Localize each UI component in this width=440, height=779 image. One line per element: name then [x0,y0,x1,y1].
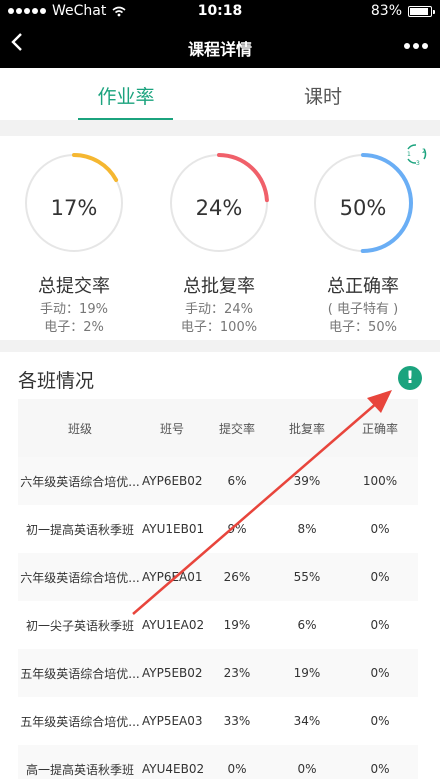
table-row[interactable]: 五年级英语综合培优... AYP5EA03 33% 34% 0% [18,697,418,745]
review-rate-value: 24% [195,196,243,220]
svg-text:2: 2 [422,148,426,155]
review-rate: 8% [297,522,317,536]
class-name: 六年级英语综合培优... [20,474,140,489]
submit-rate-manual: 手动：19% [40,302,108,317]
submit-rate-value: 17% [50,196,98,220]
tab-active-indicator [78,118,173,120]
review-rate: 6% [297,618,317,632]
section-title: 各班情况 [18,370,95,392]
accuracy-rate: 0% [370,714,390,728]
table-row[interactable]: 高一提高英语秋季班 AYU4EB02 0% 0% 0% [18,745,418,779]
class-number: AYP5EA03 [142,714,203,728]
table-row[interactable]: 初一尖子英语秋季班 AYU1EA02 19% 6% 0% [18,601,418,649]
submit-rate-label: 总提交率 [38,276,110,297]
page-title: 课程详情 [187,40,252,59]
submit-rate: 19% [223,618,251,632]
submit-rate: 33% [223,714,251,728]
column-header-accuracy: 正确率 [361,421,398,436]
class-table: 班级 班号 提交率 批复率 正确率 六年级英语综合培优... AYP6EB02 … [18,399,418,779]
review-rate: 39% [293,474,321,488]
accuracy-rate: 0% [370,522,390,536]
status-bar: WeChat 10:18 83% [0,0,440,24]
accuracy-rate-electronic: 电子：50% [329,320,397,335]
battery-percent: 83% [370,3,402,19]
tab-homework-rate[interactable]: 作业率 [51,82,201,109]
review-rate-gauge: 24% 总批复率 手动：24% 电子：100% [164,148,274,337]
accuracy-rate-value: 50% [339,196,387,220]
class-number: AYU1EA02 [142,618,205,632]
info-icon[interactable]: ! [398,366,422,390]
class-overview-panel: 各班情况 ! 班级 班号 提交率 批复率 正确率 六年级英语综合培优... AY… [0,352,440,779]
review-rate-electronic: 电子：100% [180,320,258,335]
accuracy-rate-gauge: 50% 总正确率 ( 电子特有 ) 电子：50% [308,148,418,337]
submit-rate: 6% [227,474,247,488]
class-number: AYU1EB01 [142,522,205,536]
class-number: AYP5EB02 [142,666,203,680]
review-rate: 34% [293,714,321,728]
column-header-submit: 提交率 [218,421,255,436]
class-name: 五年级英语综合培优... [20,666,140,681]
battery-icon [408,5,435,17]
column-header-class-no: 班号 [159,421,184,436]
review-rate-label: 总批复率 [183,276,255,297]
accuracy-rate: 0% [370,570,390,584]
accuracy-rate: 100% [362,474,398,488]
column-header-review: 批复率 [288,421,325,436]
battery-group: 83% [370,3,435,19]
class-number: AYP6EA01 [142,570,203,584]
submit-rate: 0% [227,762,247,776]
tab-bar: 作业率 课时 [0,68,440,120]
accuracy-rate: 0% [370,762,390,776]
class-name: 五年级英语综合培优... [20,714,140,729]
table-row[interactable]: 六年级英语综合培优... AYP6EA01 26% 55% 0% [18,553,418,601]
table-row[interactable]: 五年级英语综合培优... AYP5EB02 23% 19% 0% [18,649,418,697]
review-rate-manual: 手动：24% [185,302,253,317]
class-number: AYP6EB02 [142,474,203,488]
accuracy-rate: 0% [370,666,390,680]
column-header-class: 班级 [67,421,92,436]
tab-class-hours[interactable]: 课时 [248,82,398,109]
review-rate: 0% [297,762,317,776]
review-rate: 55% [293,570,321,584]
class-name: 六年级英语综合培优... [20,570,140,585]
class-name: 高一提高英语秋季班 [25,762,134,777]
table-row[interactable]: 初一提高英语秋季班 AYU1EB01 9% 8% 0% [18,505,418,553]
nav-bar: 课程详情 [0,24,440,68]
submit-rate: 23% [223,666,251,680]
class-name: 初一尖子英语秋季班 [25,618,134,633]
review-rate: 19% [293,666,321,680]
submit-rate: 26% [223,570,251,584]
accuracy-rate-label: 总正确率 [327,276,399,297]
submit-rate: 9% [227,522,247,536]
accuracy-rate-note: ( 电子特有 ) [327,302,399,317]
table-header: 班级 班号 提交率 批复率 正确率 [18,399,418,457]
submit-rate-electronic: 电子：2% [44,320,104,335]
class-number: AYU4EB02 [142,762,205,776]
more-icon[interactable] [404,43,428,49]
stats-panel: 1 2 3 17% 总提交率 手动：19% 电子：2% 24% 总批复率 手动：… [0,136,440,340]
accuracy-rate: 0% [370,618,390,632]
table-row[interactable]: 六年级英语综合培优... AYP6EB02 6% 39% 100% [18,457,418,505]
class-name: 初一提高英语秋季班 [25,522,134,537]
submit-rate-gauge: 17% 总提交率 手动：19% 电子：2% [19,148,129,337]
